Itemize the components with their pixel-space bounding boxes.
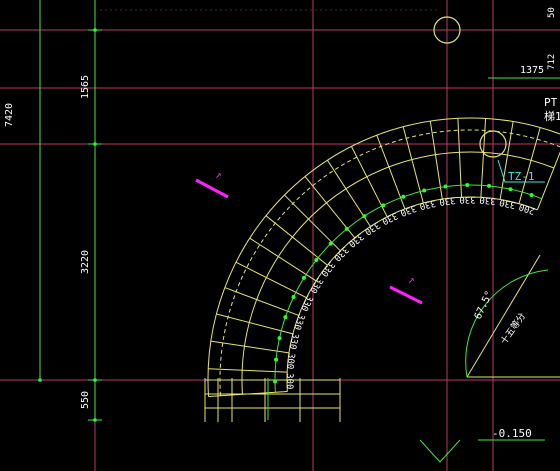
arrow-mark — [389, 285, 423, 305]
angle-label: 67.5° — [473, 289, 496, 321]
walk-dot — [277, 336, 282, 341]
walk-dot — [273, 379, 278, 384]
dim-label: 1565 — [80, 75, 91, 99]
dim-label: 550 — [80, 391, 91, 409]
dim-dot — [93, 28, 97, 32]
step-label: 330 — [439, 194, 456, 206]
walk-dot — [508, 187, 513, 192]
walk-dot — [362, 214, 367, 219]
step-label: 330 — [346, 231, 365, 249]
stair-tread — [536, 151, 560, 211]
step-label: 330 — [380, 210, 399, 226]
dim-dot — [38, 378, 42, 382]
dim-dot — [93, 142, 97, 146]
step-label: 330 — [291, 312, 306, 331]
pt-sub-label: 梯1 — [544, 110, 560, 123]
stair-inner-edge — [286, 196, 538, 392]
walk-dot — [401, 194, 406, 199]
dim-label: 3220 — [80, 250, 91, 274]
top-right-label-2: 50 — [547, 7, 557, 18]
step-label: 200 — [518, 201, 537, 216]
step-label: 330 — [418, 197, 436, 211]
elevation-triangle — [419, 439, 461, 463]
stair-plan-drawing: 300300330330330330330330330330330 330 330 3… — [0, 0, 560, 471]
walk-dot — [487, 183, 492, 188]
step-label: 330 — [287, 332, 300, 350]
step-label: 330 — [362, 219, 381, 236]
step-label: 330 — [399, 202, 418, 217]
arrow-mark — [195, 178, 229, 199]
step-label: 330 — [318, 259, 336, 278]
spiral-stair — [204, 117, 560, 422]
tz-label: TZ-1 — [508, 170, 535, 183]
dim-1375-label: 1375 — [520, 65, 544, 76]
walk-dot — [529, 192, 534, 197]
dimension-lines — [38, 0, 560, 422]
angle-sub-label: 十五等分 — [498, 310, 528, 346]
elevation-label: -0.150 — [492, 427, 532, 440]
step-label: 330 — [479, 194, 496, 206]
step-label: 330 — [459, 194, 475, 204]
walk-dot — [381, 203, 386, 208]
arrow-glyph: ↗ — [408, 273, 415, 286]
walk-dot — [301, 275, 306, 280]
dim-dot — [93, 418, 97, 422]
walk-dot — [422, 188, 427, 193]
arrow-glyph: ↗ — [215, 168, 222, 181]
step-label: 330 — [331, 244, 350, 263]
walk-dot — [328, 241, 333, 246]
angle-arc — [465, 269, 549, 378]
cad-drawing-canvas[interactable]: 300 300 330 330 330 330 330 330 330 330 330 330 330 3… — [0, 0, 560, 471]
step-label: 330 — [499, 196, 517, 209]
walk-dot — [291, 294, 296, 299]
walk-dot — [314, 257, 319, 262]
step-label: 300 — [284, 373, 294, 389]
walk-dot — [283, 315, 288, 320]
walk-dot — [465, 183, 470, 188]
dim-label: 7420 — [4, 103, 15, 127]
pt-label: PT — [544, 96, 558, 109]
walk-dot — [274, 357, 279, 362]
dim-dot — [93, 378, 97, 382]
walk-dot — [344, 226, 349, 231]
walk-dot — [443, 184, 448, 189]
top-right-label: 712 — [547, 54, 557, 70]
step-label: 300 — [284, 352, 296, 369]
